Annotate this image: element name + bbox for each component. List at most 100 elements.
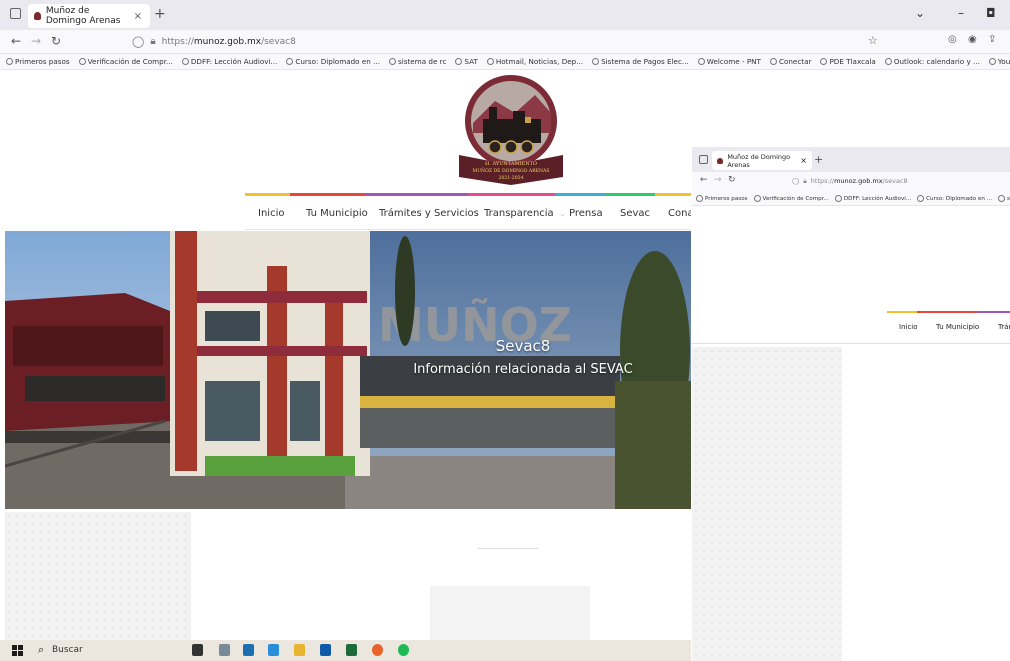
- overlay-nav-inicio[interactable]: Inicio: [899, 323, 918, 331]
- main-bookmark-item[interactable]: Conectar: [769, 57, 812, 66]
- overlay-bookmark-label: Curso: Diplomado en ...: [926, 195, 993, 202]
- nav-item-transparencia[interactable]: Transparencia ⌄: [484, 208, 566, 219]
- tab-list-chevron-icon[interactable]: ⌄: [915, 6, 925, 20]
- globe-icon: [988, 58, 996, 65]
- nav-color-stripe: [555, 193, 606, 196]
- overlay-browser-tab[interactable]: Muñoz de Domingo Arenas ×: [712, 151, 812, 170]
- globe-icon: [753, 195, 761, 202]
- shield-icon[interactable]: ◯: [132, 35, 144, 48]
- bookmark-star-icon[interactable]: ☆: [868, 34, 878, 47]
- overlay-bookmark-item[interactable]: DDFF: Lección Audiovi...: [834, 195, 911, 202]
- globe-icon: [884, 58, 892, 65]
- overlay-address-bar[interactable]: ◯ 🔒︎ https://munoz.gob.mx/sevac8: [792, 177, 908, 186]
- main-bookmark-label: SAT: [464, 57, 478, 66]
- main-bookmark-item[interactable]: sistema de rc: [388, 57, 446, 66]
- main-bookmark-item[interactable]: Welcome - PNT: [697, 57, 761, 66]
- overlay-bookmarks-toolbar: Primeros pasos Verificación de Compr... DD…: [692, 192, 1010, 206]
- nav-item-prensa[interactable]: Prensa: [569, 208, 603, 219]
- mail-icon[interactable]: [243, 644, 254, 656]
- firefox-icon[interactable]: [372, 644, 383, 656]
- globe-icon: [592, 58, 600, 65]
- forward-arrow-icon[interactable]: →: [31, 34, 41, 48]
- overlay-nav-tu-municipio[interactable]: Tu Municipio: [936, 323, 979, 331]
- nav-item-sevac[interactable]: Sevac: [620, 208, 650, 219]
- minimize-button[interactable]: –: [958, 6, 964, 20]
- overlay-lock-icon[interactable]: 🔒︎: [803, 177, 806, 186]
- logo-line1: H. AYUNTAMIENTO: [485, 161, 537, 167]
- overlay-background-pattern: [692, 347, 842, 661]
- main-bookmark-item[interactable]: Hotmail, Noticias, Dep...: [486, 57, 583, 66]
- list-all-tabs-icon[interactable]: [10, 8, 21, 19]
- pocket-icon[interactable]: ◎: [948, 34, 957, 45]
- back-arrow-icon[interactable]: ←: [11, 34, 21, 48]
- main-bookmark-item[interactable]: DDFF: Lección Audiovi...: [181, 57, 277, 66]
- excel-icon[interactable]: [346, 644, 357, 656]
- spotify-icon[interactable]: [398, 644, 409, 656]
- overlay-url-text: https://munoz.gob.mx/sevac8: [810, 177, 908, 185]
- restore-button[interactable]: ◘: [986, 6, 996, 20]
- calculator-icon[interactable]: [219, 644, 230, 656]
- outlook-icon[interactable]: [320, 644, 331, 656]
- main-bookmark-label: Curso: Diplomado en ...: [295, 57, 380, 66]
- reload-icon[interactable]: ↻: [51, 34, 61, 48]
- nav-item-label: Tu Municipio: [306, 208, 368, 219]
- overlay-nav-stripe-2: [917, 311, 977, 313]
- main-bookmark-item[interactable]: Sistema de Pagos Elec...: [592, 57, 689, 66]
- main-bookmark-item[interactable]: Primeros pasos: [6, 57, 70, 66]
- main-bookmark-item[interactable]: SAT: [455, 57, 478, 66]
- globe-icon: [834, 195, 842, 202]
- lock-icon[interactable]: 🔒︎: [150, 36, 155, 47]
- overlay-reload-icon[interactable]: ↻: [728, 175, 736, 185]
- nav-color-stripe: [655, 193, 691, 196]
- nav-color-stripe: [245, 193, 290, 196]
- nav-color-stripe: [468, 193, 555, 196]
- main-bookmark-item[interactable]: YouTube: [988, 57, 1010, 66]
- account-icon[interactable]: ◉: [968, 34, 977, 45]
- nav-item-tu-municipio[interactable]: Tu Municipio: [306, 208, 368, 219]
- overlay-forward-icon[interactable]: →: [714, 175, 722, 185]
- nav-item-tr-mites-y-servicios[interactable]: Trámites y Servicios ⌄: [379, 208, 491, 219]
- windows-start-icon[interactable]: [12, 645, 23, 656]
- overlay-bookmark-item[interactable]: sistema de rc: [998, 195, 1010, 202]
- overlay-nav-bar: ← → ↻ ◯ 🔒︎ https://munoz.gob.mx/sevac8: [692, 172, 1010, 192]
- tab-close-icon[interactable]: ×: [134, 11, 142, 22]
- section-divider: [478, 548, 538, 549]
- file-explorer-icon[interactable]: [294, 644, 305, 656]
- extensions-icon[interactable]: ⇪: [988, 34, 996, 45]
- logo-line3: 2021-2024: [499, 175, 524, 181]
- main-bookmark-item[interactable]: Verificación de Compr...: [78, 57, 173, 66]
- nav-item-inicio[interactable]: Inicio: [258, 208, 284, 219]
- main-bookmark-item[interactable]: PDE Tlaxcala: [820, 57, 876, 66]
- overlay-shield-icon[interactable]: ◯: [792, 177, 799, 186]
- content-card: [430, 586, 590, 640]
- nav-item-conac[interactable]: Conac: [668, 208, 691, 219]
- overlay-new-tab-button[interactable]: +: [814, 153, 823, 166]
- globe-icon: [486, 58, 494, 65]
- globe-icon: [820, 58, 828, 65]
- photos-icon[interactable]: [268, 644, 279, 656]
- main-bookmark-item[interactable]: Outlook: calendario y ...: [884, 57, 980, 66]
- background-pattern: [5, 512, 191, 640]
- globe-icon: [6, 58, 13, 65]
- globe-icon: [455, 58, 463, 65]
- overlay-bookmark-item[interactable]: Verificación de Compr...: [753, 195, 829, 202]
- windows-taskbar: ⌕ Buscar: [0, 640, 691, 661]
- main-bookmark-label: Conectar: [778, 57, 812, 66]
- address-bar[interactable]: ◯ 🔒︎ https://munoz.gob.mx/sevac8: [132, 35, 296, 48]
- browser-tab[interactable]: Muñoz de Domingo Arenas ×: [28, 4, 150, 28]
- overlay-bookmark-item[interactable]: Primeros pasos: [696, 195, 748, 202]
- task-view-icon[interactable]: [192, 644, 203, 656]
- overlay-list-tabs-icon[interactable]: [699, 155, 708, 164]
- overlay-bookmark-item[interactable]: Curso: Diplomado en ...: [917, 195, 992, 202]
- overlay-back-icon[interactable]: ←: [700, 175, 708, 185]
- search-icon[interactable]: ⌕: [38, 643, 44, 657]
- overlay-tab-bar: Muñoz de Domingo Arenas × +: [692, 147, 1010, 172]
- nav-color-stripe: [366, 193, 468, 196]
- main-bookmark-item[interactable]: Curso: Diplomado en ...: [286, 57, 380, 66]
- browser-tab-bar: Muñoz de Domingo Arenas × + ⌄ – ◘: [0, 0, 1010, 30]
- overlay-nav-tramites[interactable]: Trám: [998, 323, 1010, 331]
- overlay-tab-close-icon[interactable]: ×: [800, 156, 807, 165]
- chevron-down-icon: ⌄: [559, 210, 566, 218]
- taskbar-search-box[interactable]: Buscar: [52, 645, 83, 655]
- new-tab-button[interactable]: +: [154, 6, 166, 22]
